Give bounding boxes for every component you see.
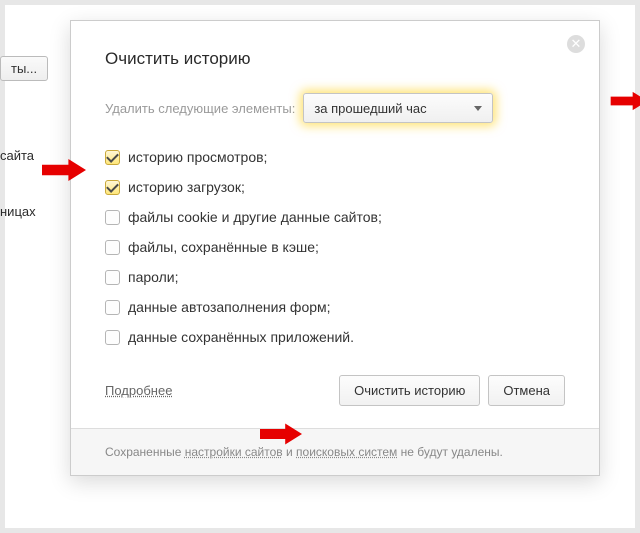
- checkbox-row[interactable]: файлы cookie и другие данные сайтов;: [105, 209, 565, 225]
- chevron-down-icon: [474, 106, 482, 111]
- checkbox[interactable]: [105, 210, 120, 225]
- checkbox-row[interactable]: историю просмотров;: [105, 149, 565, 165]
- checkbox-row[interactable]: историю загрузок;: [105, 179, 565, 195]
- checkbox-label: историю загрузок;: [128, 179, 245, 195]
- checkbox[interactable]: [105, 180, 120, 195]
- checkbox-label: файлы cookie и другие данные сайтов;: [128, 209, 382, 225]
- annotation-arrow-icon: [42, 155, 86, 185]
- background-button[interactable]: ты...: [0, 56, 48, 81]
- close-icon[interactable]: ✕: [567, 35, 585, 53]
- cancel-button[interactable]: Отмена: [488, 375, 565, 406]
- checkbox[interactable]: [105, 330, 120, 345]
- background-text: сайта: [0, 148, 34, 163]
- checkbox[interactable]: [105, 150, 120, 165]
- dialog-title: Очистить историю: [105, 49, 565, 69]
- time-range-select[interactable]: за прошедший час: [303, 93, 493, 123]
- details-link[interactable]: Подробнее: [105, 383, 172, 398]
- checkbox-label: историю просмотров;: [128, 149, 267, 165]
- background-text: ницах: [0, 204, 36, 219]
- time-range-value: за прошедший час: [314, 101, 474, 116]
- checkbox-list: историю просмотров; историю загрузок; файл…: [105, 149, 565, 345]
- checkbox-row[interactable]: данные автозаполнения форм;: [105, 299, 565, 315]
- checkbox[interactable]: [105, 270, 120, 285]
- checkbox-label: данные автозаполнения форм;: [128, 299, 331, 315]
- annotation-arrow-icon: [610, 90, 640, 112]
- clear-history-button[interactable]: Очистить историю: [339, 375, 480, 406]
- clear-history-dialog: ✕ Очистить историю Удалить следующие эле…: [70, 20, 600, 476]
- checkbox[interactable]: [105, 240, 120, 255]
- search-engines-link[interactable]: поисковых систем: [296, 445, 397, 459]
- checkbox-label: файлы, сохранённые в кэше;: [128, 239, 319, 255]
- checkbox[interactable]: [105, 300, 120, 315]
- checkbox-row[interactable]: файлы, сохранённые в кэше;: [105, 239, 565, 255]
- checkbox-row[interactable]: пароли;: [105, 269, 565, 285]
- time-range-label: Удалить следующие элементы:: [105, 101, 295, 116]
- checkbox-label: данные сохранённых приложений.: [128, 329, 354, 345]
- checkbox-row[interactable]: данные сохранённых приложений.: [105, 329, 565, 345]
- checkbox-label: пароли;: [128, 269, 179, 285]
- dialog-footer-note: Сохраненные настройки сайтов и поисковых…: [71, 428, 599, 475]
- annotation-arrow-icon: [260, 420, 302, 448]
